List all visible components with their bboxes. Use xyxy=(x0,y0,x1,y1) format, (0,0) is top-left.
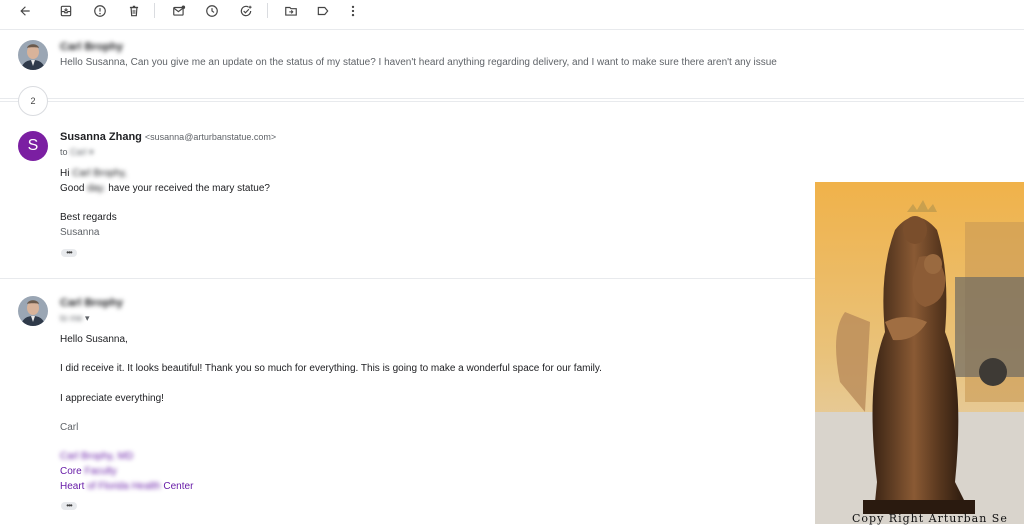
hidden-messages-count[interactable]: 2 xyxy=(18,86,48,116)
signature: Susanna xyxy=(60,227,100,238)
sender-name: Susanna Zhang xyxy=(60,131,142,143)
delete-icon[interactable] xyxy=(124,2,144,20)
signoff: Carl xyxy=(60,422,79,433)
recipient-label: to me xyxy=(60,313,83,323)
image-watermark: Copy Right Arturban Se xyxy=(852,512,1008,525)
signature-line: Heart of Florida Health Center xyxy=(60,481,193,492)
statue-photo[interactable] xyxy=(815,182,1024,524)
archive-icon[interactable] xyxy=(56,2,76,20)
thread-divider xyxy=(0,98,1024,99)
avatar: S xyxy=(18,131,48,161)
body-text: have your received the mary statue? xyxy=(108,183,270,194)
recipient-line[interactable]: to me ▾ xyxy=(60,313,90,324)
signature-word-blurred: Faculty xyxy=(84,466,117,477)
show-trimmed-content-button[interactable]: ••• xyxy=(61,249,77,257)
signature-line: Carl Brophy, MD xyxy=(60,451,134,462)
sender-name: Carl Brophy xyxy=(60,297,123,309)
back-arrow-icon[interactable] xyxy=(15,2,35,20)
sender-line: Susanna Zhang <susanna@arturbanstatue.com… xyxy=(60,131,276,143)
mark-unread-icon[interactable] xyxy=(169,2,189,20)
signature-word: Core xyxy=(60,466,82,477)
sender-name: Carl Brophy xyxy=(60,41,123,53)
show-trimmed-content-button[interactable]: ••• xyxy=(61,502,77,510)
more-vert-icon[interactable] xyxy=(343,2,363,20)
recipient-name: Carl xyxy=(70,147,87,157)
recipient-label: to xyxy=(60,147,68,157)
closing: Best regards xyxy=(60,212,117,223)
greeting: Hello Susanna, xyxy=(60,334,128,345)
body-word: Good xyxy=(60,183,85,194)
recipient-details-chevron-icon[interactable]: ▾ xyxy=(89,147,94,157)
report-spam-icon[interactable] xyxy=(90,2,110,20)
avatar xyxy=(18,40,48,70)
message-divider xyxy=(0,278,815,279)
body-line: I did receive it. It looks beautiful! Th… xyxy=(60,363,602,374)
signature-line: Core Faculty xyxy=(60,466,117,477)
recipient-line[interactable]: to Carl ▾ xyxy=(60,147,94,158)
signature-word-blurred: of Florida Health xyxy=(87,481,161,492)
move-to-icon[interactable] xyxy=(281,2,301,20)
toolbar-separator xyxy=(267,3,268,18)
sender-email: <susanna@arturbanstatue.com> xyxy=(144,132,277,142)
avatar xyxy=(18,296,48,326)
body-line: Good day. have your received the mary st… xyxy=(60,183,270,194)
thread-divider xyxy=(0,101,1024,102)
signature-word: Center xyxy=(163,481,194,492)
signature-word: Heart xyxy=(60,481,85,492)
snooze-icon[interactable] xyxy=(202,2,222,20)
message-snippet: Hello Susanna, Can you give me an update… xyxy=(60,57,777,68)
greeting-word: Hi xyxy=(60,168,70,179)
toolbar-divider xyxy=(0,29,1024,30)
greeting: Hi Carl Brophy, xyxy=(60,168,127,179)
body-line: I appreciate everything! xyxy=(60,393,164,404)
toolbar xyxy=(0,0,1024,22)
add-to-tasks-icon[interactable] xyxy=(236,2,256,20)
toolbar-separator xyxy=(154,3,155,18)
body-word-blurred: day. xyxy=(87,183,106,194)
label-icon[interactable] xyxy=(313,2,333,20)
recipient-details-chevron-icon[interactable]: ▾ xyxy=(85,313,90,323)
greeting-name: Carl Brophy, xyxy=(72,168,128,179)
